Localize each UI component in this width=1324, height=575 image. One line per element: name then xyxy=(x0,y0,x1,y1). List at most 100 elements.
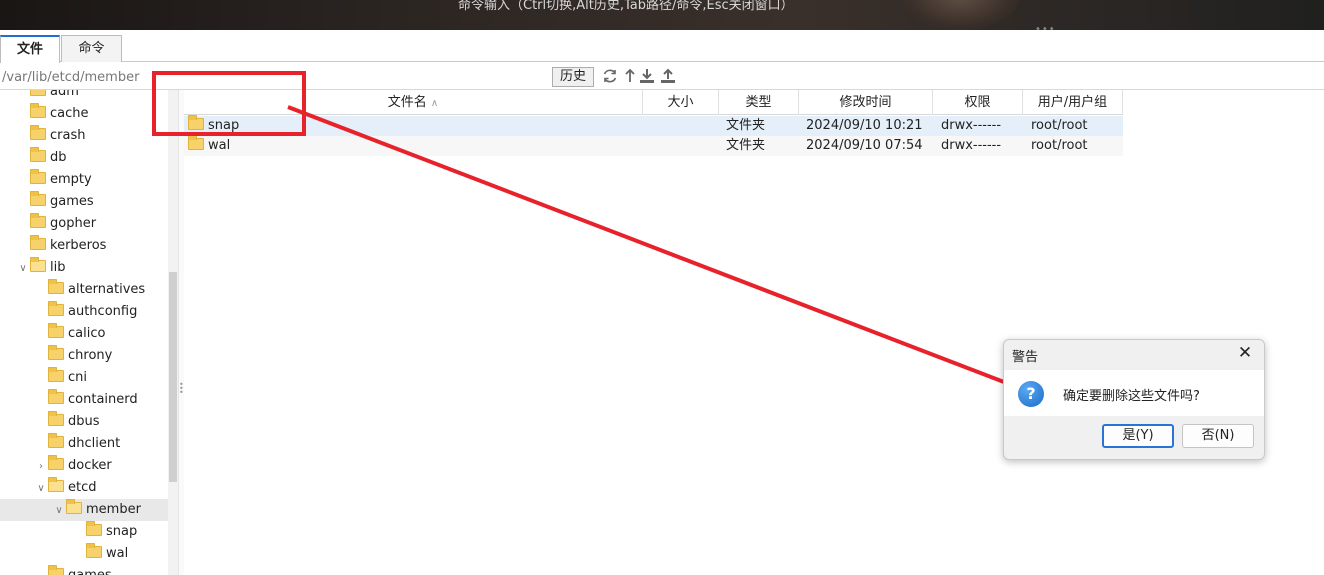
tree-label: containerd xyxy=(68,392,138,407)
tree-node-member[interactable]: ∨ member xyxy=(0,499,168,521)
column-header-owner[interactable]: 用户/用户组 xyxy=(1023,90,1123,115)
yes-button[interactable]: 是(Y) xyxy=(1102,424,1174,448)
tab-commands[interactable]: 命令 xyxy=(61,35,122,62)
tree-node-db[interactable]: db xyxy=(30,147,67,169)
tree-node-wal[interactable]: wal xyxy=(86,543,128,565)
tree-node-dhclient[interactable]: dhclient xyxy=(48,433,120,455)
file-list[interactable]: 文件名 ∧ 大小 类型 修改时间 权限 用户/用户组 snap 文件夹 2024… xyxy=(184,90,1324,575)
up-arrow-icon[interactable] xyxy=(622,68,638,84)
directory-tree[interactable]: adm cache crash db empty games gopher ke… xyxy=(0,90,180,575)
tab-files[interactable]: 文件 xyxy=(0,35,60,63)
table-row[interactable]: wal 文件夹 2024/09/10 07:54 drwx------ root… xyxy=(184,135,1123,156)
command-hint-bar: 命令输入（Ctrl切换,Alt历史,Tab路径/命令,Esc关闭窗口） xyxy=(0,0,1324,30)
tree-label: adm xyxy=(50,90,79,99)
annotation-highlight-box xyxy=(152,71,306,136)
tree-node-empty[interactable]: empty xyxy=(30,169,92,191)
upload-icon[interactable] xyxy=(660,68,676,84)
tree-label: gopher xyxy=(50,216,97,231)
tree-label: empty xyxy=(50,172,92,187)
column-header-permissions[interactable]: 权限 xyxy=(933,90,1023,115)
folder-icon xyxy=(30,169,46,184)
tree-label: wal xyxy=(106,546,129,561)
column-header-type[interactable]: 类型 xyxy=(719,90,799,115)
table-row[interactable]: snap 文件夹 2024/09/10 10:21 drwx------ roo… xyxy=(184,115,1123,136)
no-button[interactable]: 否(N) xyxy=(1182,424,1254,448)
tree-node-games[interactable]: games xyxy=(30,191,94,213)
refresh-icon[interactable] xyxy=(602,68,618,84)
tree-label: snap xyxy=(106,524,138,539)
tree-node-snap[interactable]: snap xyxy=(86,521,137,543)
folder-icon xyxy=(48,455,64,470)
folder-open-icon xyxy=(48,477,64,492)
tree-label: cache xyxy=(50,106,89,121)
tree-label: games xyxy=(50,194,94,209)
tree-label: dhclient xyxy=(68,436,121,451)
chevron-down-icon[interactable]: ∨ xyxy=(52,500,66,522)
chevron-down-icon[interactable]: ∨ xyxy=(16,258,30,280)
tree-node-chrony[interactable]: chrony xyxy=(48,345,112,367)
tree-label: cni xyxy=(68,370,87,385)
background-photo xyxy=(900,0,1020,30)
tree-node-calico[interactable]: calico xyxy=(48,323,105,345)
tab-bar: 文件 命令 xyxy=(0,32,1324,63)
tree-label: calico xyxy=(68,326,106,341)
tree-node-gopher[interactable]: gopher xyxy=(30,213,96,235)
file-owner: root/root xyxy=(1031,138,1088,153)
tree-label: docker xyxy=(68,458,112,473)
dialog-body: ? 确定要删除这些文件吗? xyxy=(1004,370,1264,416)
column-header-size[interactable]: 大小 xyxy=(643,90,719,115)
folder-icon xyxy=(30,103,46,118)
folder-icon xyxy=(86,543,102,558)
tree-label: crash xyxy=(50,128,86,143)
tree-label: authconfig xyxy=(68,304,138,319)
folder-icon xyxy=(188,135,204,150)
tree-label: dbus xyxy=(68,414,100,429)
tree-node-alternatives[interactable]: alternatives xyxy=(48,279,145,301)
file-name: wal xyxy=(188,135,230,156)
close-icon[interactable]: ✕ xyxy=(1234,342,1256,364)
tree-node-etcd[interactable]: ∨ etcd xyxy=(34,477,97,499)
tree-label: chrony xyxy=(68,348,113,363)
column-header-modified[interactable]: 修改时间 xyxy=(799,90,933,115)
tree-scrollbar[interactable] xyxy=(168,90,178,575)
file-modified: 2024/09/10 10:21 xyxy=(806,118,923,133)
chevron-right-icon[interactable]: › xyxy=(34,456,48,478)
path-input[interactable] xyxy=(2,67,152,87)
tree-node-adm[interactable]: adm xyxy=(30,90,79,103)
folder-icon xyxy=(48,367,64,382)
file-permissions: drwx------ xyxy=(941,138,1002,153)
chevron-down-icon[interactable]: ∨ xyxy=(34,478,48,500)
sort-ascending-icon: ∧ xyxy=(430,98,439,109)
tree-label: lib xyxy=(50,260,66,275)
command-hint: 命令输入（Ctrl切换,Alt历史,Tab路径/命令,Esc关闭窗口） xyxy=(458,0,794,13)
folder-icon xyxy=(30,235,46,250)
file-list-header: 文件名 ∧ 大小 类型 修改时间 权限 用户/用户组 xyxy=(184,90,1123,115)
tree-node-dbus[interactable]: dbus xyxy=(48,411,100,433)
folder-icon xyxy=(48,345,64,360)
dialog-message: 确定要删除这些文件吗? xyxy=(1063,389,1200,404)
dialog-title: 警告 xyxy=(1012,350,1039,365)
tree-node-lib[interactable]: ∨ lib xyxy=(16,257,65,279)
tree-node-kerberos[interactable]: kerberos xyxy=(30,235,106,257)
file-type: 文件夹 xyxy=(726,138,766,153)
history-button[interactable]: 历史 xyxy=(552,67,594,87)
file-type: 文件夹 xyxy=(726,118,766,133)
download-icon[interactable] xyxy=(639,68,655,84)
scrollbar-thumb[interactable] xyxy=(169,272,177,482)
folder-icon xyxy=(48,323,64,338)
folder-icon xyxy=(48,565,64,575)
splitter-grip-icon: • • • xyxy=(179,380,184,397)
tree-node-cni[interactable]: cni xyxy=(48,367,87,389)
tree-node-cache[interactable]: cache xyxy=(30,103,89,125)
folder-icon xyxy=(48,301,64,316)
tree-node-games-2[interactable]: games xyxy=(48,565,112,575)
tree-node-containerd[interactable]: containerd xyxy=(48,389,138,411)
tree-label: etcd xyxy=(68,480,97,495)
tree-label: alternatives xyxy=(68,282,146,297)
tree-node-crash[interactable]: crash xyxy=(30,125,85,147)
tree-node-docker[interactable]: › docker xyxy=(34,455,112,477)
tree-node-authconfig[interactable]: authconfig xyxy=(48,301,137,323)
file-modified: 2024/09/10 07:54 xyxy=(806,138,923,153)
folder-icon xyxy=(48,433,64,448)
question-icon: ? xyxy=(1018,381,1044,407)
